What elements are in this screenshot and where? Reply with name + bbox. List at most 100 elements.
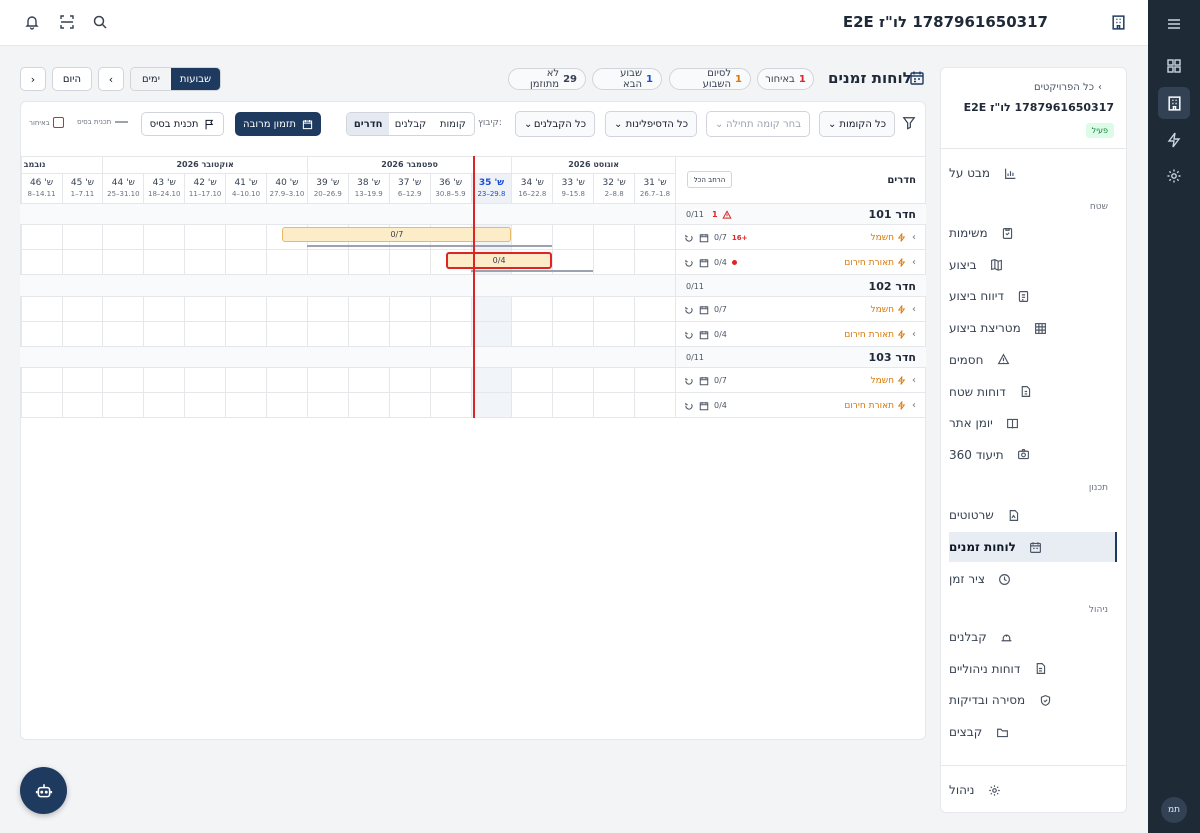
task-row[interactable]: › חשמל 0/7 bbox=[676, 368, 926, 393]
stat-pill[interactable]: 1 לסיום השבוע bbox=[669, 68, 751, 90]
projects-icon[interactable] bbox=[1158, 87, 1190, 119]
nav-item[interactable]: דוחות שטח bbox=[949, 377, 1117, 407]
nav-item[interactable]: ציר זמן bbox=[949, 564, 1117, 594]
avatar[interactable]: תמ bbox=[1161, 797, 1187, 823]
calendar-icon[interactable] bbox=[699, 401, 709, 411]
search-icon[interactable] bbox=[92, 14, 108, 30]
refresh-icon[interactable] bbox=[684, 305, 694, 315]
menu-icon[interactable] bbox=[1158, 8, 1190, 40]
next-button[interactable]: › bbox=[20, 67, 46, 91]
dashboard-icon[interactable] bbox=[1158, 50, 1190, 82]
stat-pill[interactable]: 29 לא מתוזמן bbox=[508, 68, 586, 90]
view-days[interactable]: ימים bbox=[131, 68, 171, 90]
baseline-bar bbox=[306, 245, 553, 247]
bolt-icon bbox=[897, 376, 906, 385]
nav-item[interactable]: מסירה ובדיקות bbox=[949, 685, 1117, 715]
room-row[interactable]: חדר 101 0/11 1 bbox=[676, 204, 926, 225]
scan-icon[interactable] bbox=[59, 14, 75, 30]
task-row[interactable]: › תאורת חירום 0/4 bbox=[676, 393, 926, 418]
calendar-icon[interactable] bbox=[699, 233, 709, 243]
week-column bbox=[184, 204, 225, 418]
task-bar[interactable]: 0/7 bbox=[282, 227, 512, 242]
task-row[interactable]: › תאורת חירום 0/4 bbox=[676, 322, 926, 347]
assistant-button[interactable] bbox=[20, 767, 67, 814]
nav-item-label: מטריצת ביצוע bbox=[949, 321, 1021, 336]
baseline-button[interactable]: תכנית בסיס bbox=[141, 112, 224, 136]
week-header: ש' 41 4–10.10 bbox=[225, 174, 266, 204]
calendar-icon[interactable] bbox=[699, 258, 709, 268]
week-dates: 6–12.9 bbox=[397, 190, 422, 198]
room-row[interactable]: חדר 103 0/11 bbox=[676, 347, 926, 368]
nav-item-label: דיווח ביצוע bbox=[949, 289, 1004, 304]
refresh-icon[interactable] bbox=[684, 330, 694, 340]
nav-admin[interactable]: ניהול bbox=[949, 775, 1117, 805]
contractors-select[interactable]: כל הקבלנים ⌄ bbox=[515, 111, 595, 137]
calendar-icon[interactable] bbox=[699, 305, 709, 315]
week-dates: 27.9–3.10 bbox=[269, 190, 305, 198]
refresh-icon[interactable] bbox=[684, 233, 694, 243]
nav-item[interactable]: חסמים bbox=[949, 345, 1117, 375]
bulk-schedule-button[interactable]: תזמון מרובה bbox=[235, 112, 321, 136]
prev-button[interactable]: ‹ bbox=[98, 67, 124, 91]
nav-item[interactable]: מטריצת ביצוע bbox=[949, 313, 1117, 343]
calendar-icon[interactable] bbox=[699, 376, 709, 386]
group-floors[interactable]: קומות bbox=[432, 113, 474, 135]
alert-count: 1 bbox=[711, 210, 718, 219]
nav-item[interactable]: דיווח ביצוע bbox=[949, 281, 1117, 311]
refresh-icon[interactable] bbox=[684, 258, 694, 268]
settings-icon[interactable] bbox=[1158, 160, 1190, 192]
start-floor-select[interactable]: בחר קומה תחילה ⌄ bbox=[706, 111, 810, 137]
task-row[interactable]: › חשמל 0/7 16+ bbox=[676, 225, 926, 250]
nav-item[interactable]: תיעוד 360 bbox=[949, 440, 1117, 470]
week-number: ש' 40 bbox=[275, 178, 299, 188]
nav-item[interactable]: קבלנים bbox=[949, 622, 1117, 652]
disciplines-select[interactable]: כל הדסיפלינות ⌄ bbox=[605, 111, 697, 137]
stat-pill[interactable]: 1 שבוע הבא bbox=[592, 68, 662, 90]
chevron-expand-icon[interactable]: › bbox=[912, 232, 916, 243]
lightning-icon[interactable] bbox=[1158, 124, 1190, 156]
refresh-icon[interactable] bbox=[684, 376, 694, 386]
calendar-icon[interactable] bbox=[699, 330, 709, 340]
week-column bbox=[511, 204, 552, 418]
nav-item[interactable]: לוחות זמנים bbox=[949, 532, 1117, 562]
back-link[interactable]: › כל הפרויקטים bbox=[1034, 82, 1102, 93]
calendar-icon bbox=[302, 119, 313, 130]
stat-pill[interactable]: 1 באיחור bbox=[757, 68, 814, 90]
nav-overview[interactable]: מבט על bbox=[949, 158, 1117, 188]
chevron-expand-icon[interactable]: › bbox=[912, 257, 916, 268]
task-row[interactable]: › חשמל 0/7 bbox=[676, 297, 926, 322]
week-dates: 4–10.10 bbox=[232, 190, 261, 198]
today-button[interactable]: היום bbox=[52, 67, 92, 91]
chevron-expand-icon[interactable]: › bbox=[912, 304, 916, 315]
room-name: חדר 101 bbox=[868, 208, 916, 221]
nav-item[interactable]: קבצים bbox=[949, 717, 1117, 747]
bell-icon[interactable] bbox=[24, 14, 40, 30]
chevron-expand-icon[interactable]: › bbox=[912, 375, 916, 386]
calendar-icon bbox=[1028, 539, 1044, 555]
camera-icon bbox=[1016, 447, 1032, 463]
floors-select[interactable]: כל הקומות ⌄ bbox=[819, 111, 895, 137]
chevron-expand-icon[interactable]: › bbox=[912, 329, 916, 340]
stat-label: לא מתוזמן bbox=[530, 68, 560, 90]
nav-item[interactable]: יומן אתר bbox=[949, 408, 1117, 438]
view-weeks[interactable]: שבועות bbox=[171, 68, 220, 90]
group-contractors[interactable]: קבלנים bbox=[389, 113, 431, 135]
chevron-expand-icon[interactable]: › bbox=[912, 400, 916, 411]
nav-item[interactable]: דוחות ניהוליים bbox=[949, 654, 1117, 684]
task-bar[interactable]: 0/4 bbox=[445, 252, 553, 269]
task-row[interactable]: › תאורת חירום 0/4 bbox=[676, 250, 926, 275]
status-badge: פעיל bbox=[1085, 123, 1114, 138]
nav-item-label: מסירה ובדיקות bbox=[949, 693, 1026, 708]
report-icon bbox=[1016, 288, 1032, 304]
week-number: ש' 37 bbox=[398, 178, 422, 188]
week-dates: 23–29.8 bbox=[477, 190, 506, 198]
book-icon bbox=[1005, 415, 1021, 431]
nav-item[interactable]: משימות bbox=[949, 218, 1117, 248]
refresh-icon[interactable] bbox=[684, 401, 694, 411]
group-rooms[interactable]: חדרים bbox=[347, 113, 390, 135]
nav-item[interactable]: ביצוע bbox=[949, 250, 1117, 280]
nav-item[interactable]: שרטוטים bbox=[949, 500, 1117, 530]
filter-icon[interactable] bbox=[902, 116, 916, 130]
room-row[interactable]: חדר 102 0/11 bbox=[676, 275, 926, 297]
expand-all-button[interactable]: הרחב הכל bbox=[687, 171, 732, 188]
